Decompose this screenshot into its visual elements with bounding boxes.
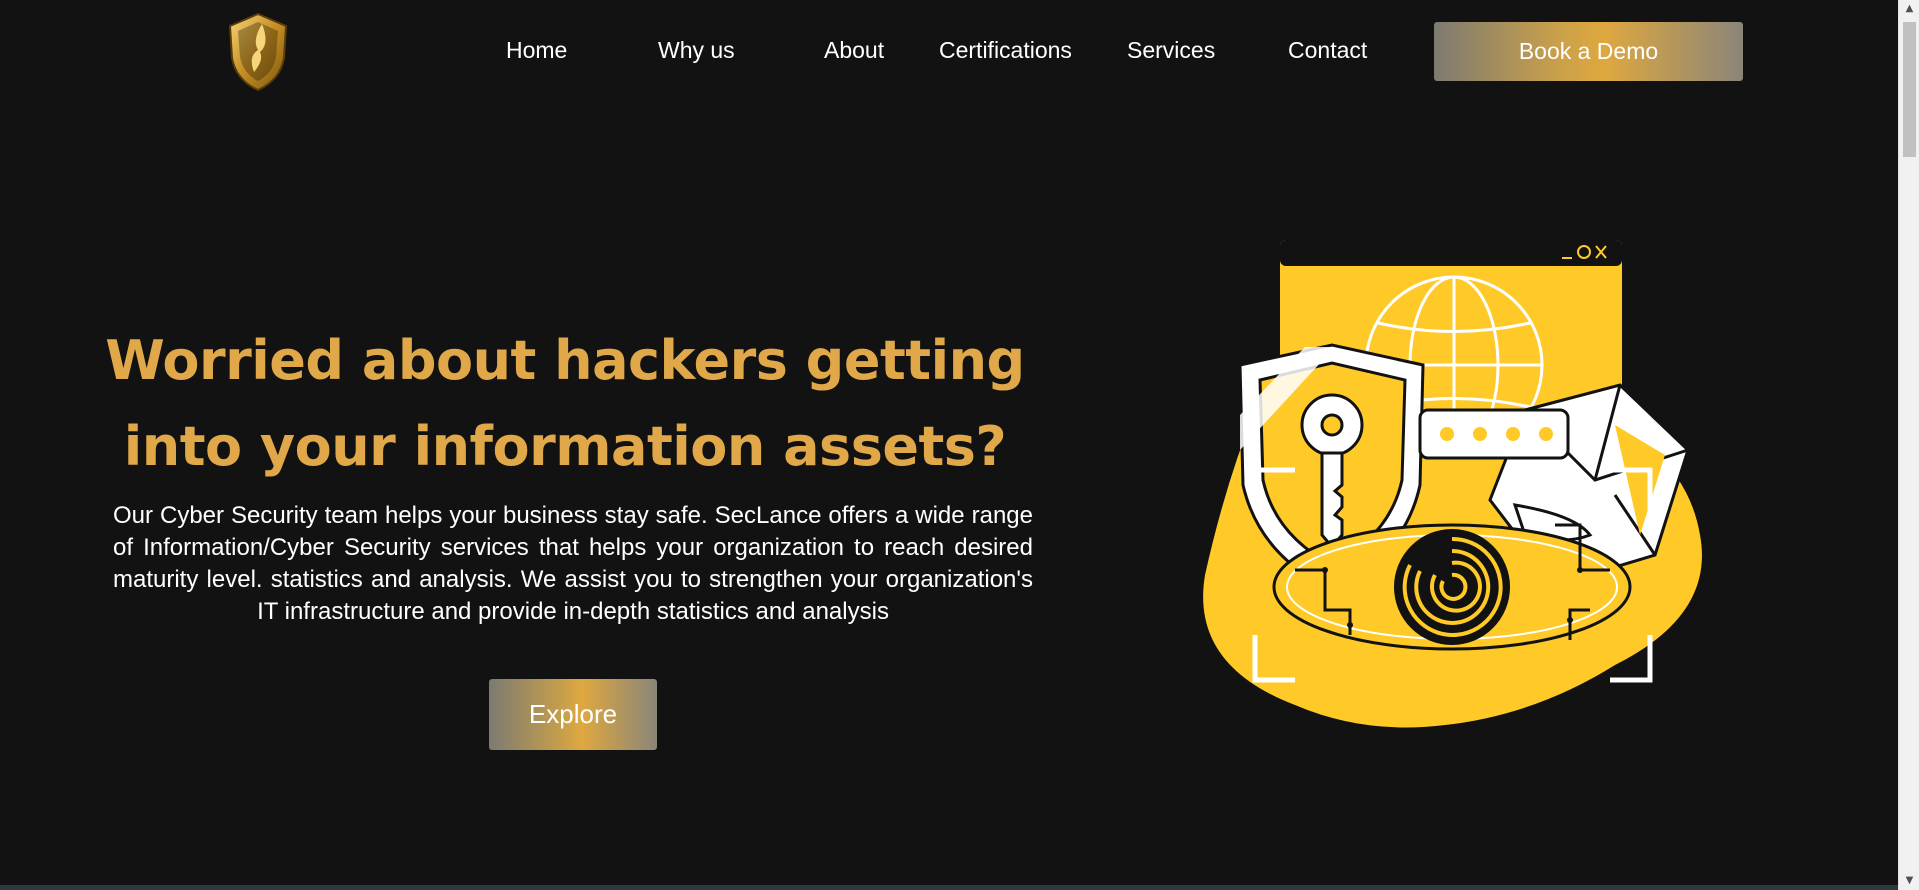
vertical-scrollbar[interactable]: ▲ ▼ xyxy=(1898,0,1919,890)
scroll-up-arrow-icon[interactable]: ▲ xyxy=(1899,0,1919,18)
hero-title-line-2: into your information assets? xyxy=(123,415,1007,478)
hero-title: Worried about hackers getting into your … xyxy=(100,318,1030,490)
nav-link-home[interactable]: Home xyxy=(506,34,567,66)
password-field-icon xyxy=(1418,408,1570,460)
hero-description: Our Cyber Security team helps your busin… xyxy=(113,502,1033,625)
shield-logo-icon[interactable] xyxy=(224,10,292,92)
hero-title-line-1: Worried about hackers getting xyxy=(105,329,1025,392)
nav-link-services[interactable]: Services xyxy=(1127,34,1215,66)
next-section-edge xyxy=(0,885,1898,890)
book-demo-button[interactable]: Book a Demo xyxy=(1434,22,1743,81)
nav-link-about[interactable]: About xyxy=(824,34,884,66)
cyber-security-illustration xyxy=(1203,240,1702,728)
page: Home Why us About Certifications Service… xyxy=(0,0,1919,890)
explore-button[interactable]: Explore xyxy=(489,679,657,750)
scrollbar-thumb[interactable] xyxy=(1903,22,1916,157)
nav-link-contact[interactable]: Contact xyxy=(1288,34,1367,66)
nav-link-why-us[interactable]: Why us xyxy=(658,34,735,66)
navbar: Home Why us About Certifications Service… xyxy=(0,0,1898,100)
scroll-down-arrow-icon[interactable]: ▼ xyxy=(1899,872,1919,890)
nav-link-certifications[interactable]: Certifications xyxy=(939,34,1072,66)
